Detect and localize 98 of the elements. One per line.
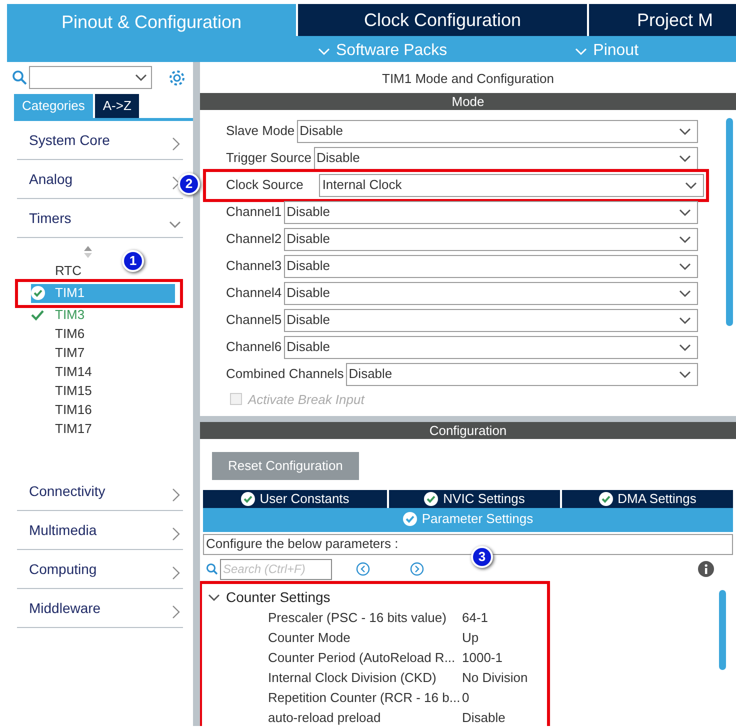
parameter-value: Disable — [462, 708, 506, 726]
section-header: Mode — [200, 92, 736, 110]
dropdown-field[interactable]: Disable — [314, 146, 698, 170]
category-item[interactable]: Multimedia — [17, 510, 183, 550]
parameter-value: 0 — [462, 688, 470, 707]
chevron-down-icon — [318, 46, 330, 56]
dropdown-field[interactable]: Disable — [284, 336, 698, 358]
chevron-down-icon — [575, 46, 588, 56]
previous-icon[interactable] — [356, 562, 370, 576]
chevron-right-icon — [171, 136, 181, 150]
tree-item[interactable]: TIM6 — [23, 324, 89, 344]
checkbox-label: Activate Break Input — [248, 390, 364, 409]
chevron-down-icon — [135, 73, 147, 82]
chevron-down-icon — [679, 262, 691, 270]
tree-item[interactable]: TIM15 — [23, 382, 96, 400]
field-label: Slave Mode — [226, 122, 296, 140]
chevron-down-icon — [679, 342, 691, 352]
parameter-name: Counter Mode — [268, 628, 352, 647]
hint-text: Configure the below parameters : — [206, 535, 398, 554]
dropdown-field[interactable]: Disable — [346, 362, 698, 386]
tree-item[interactable]: TIM16 — [23, 400, 96, 420]
settings-tab[interactable]: NVIC Settings — [389, 490, 560, 508]
field-label: Clock Source — [226, 176, 304, 194]
parameter-name: Repetition Counter (RCR - 16 b... — [268, 688, 462, 707]
info-icon — [698, 561, 714, 577]
chevron-down-icon — [679, 316, 691, 324]
tree-group[interactable]: Counter Settings — [208, 588, 547, 608]
field-label: Channel5 — [226, 311, 283, 330]
check-circle-icon — [402, 512, 417, 526]
chevron-down-icon — [685, 180, 697, 190]
section-header: Configuration — [200, 422, 736, 439]
field-label: Channel1 — [226, 203, 283, 222]
chevron-down-icon — [679, 154, 691, 162]
settings-tab[interactable]: DMA Settings — [562, 490, 733, 508]
chevron-down-icon — [679, 234, 691, 244]
chevron-right-icon — [171, 566, 181, 580]
parameter-name: Internal Clock Division (CKD) — [268, 668, 438, 687]
category-item[interactable]: Timers — [17, 198, 183, 238]
search-icon — [12, 70, 27, 85]
check-circle-icon — [31, 286, 45, 300]
chevron-down-icon — [679, 208, 691, 216]
dropdown-field[interactable]: Internal Clock — [319, 174, 704, 196]
number-marker: 3 — [471, 546, 493, 568]
category-item[interactable]: Computing — [17, 550, 183, 588]
dropdown-field[interactable]: Disable — [284, 228, 698, 250]
parameter-name: Prescaler (PSC - 16 bits value) — [268, 608, 448, 627]
check-circle-icon — [240, 492, 255, 506]
chevron-down-icon — [679, 370, 691, 378]
dropdown-field[interactable]: Disable — [284, 254, 698, 278]
field-label: Channel2 — [226, 230, 283, 248]
search-combo[interactable] — [29, 66, 152, 89]
check-circle-icon — [598, 492, 613, 506]
settings-tab[interactable]: User Constants — [203, 490, 387, 508]
field-label: Channel3 — [226, 257, 283, 276]
parameter-value: 1000-1 — [462, 648, 502, 667]
chevron-right-icon — [171, 526, 181, 540]
category-item[interactable]: Connectivity — [17, 472, 183, 510]
view-tab[interactable]: A->Z — [94, 94, 140, 118]
chevron-right-icon — [171, 604, 181, 618]
chevron-right-icon — [171, 488, 181, 502]
field-label: Channel4 — [226, 284, 283, 302]
tree-item[interactable]: TIM3 — [23, 306, 89, 324]
field-label: Combined Channels — [226, 365, 345, 384]
scrollbar-thumb[interactable] — [719, 590, 726, 670]
chevron-right-icon — [171, 176, 181, 190]
chevron-down-icon — [679, 126, 691, 136]
dropdown-field[interactable]: Disable — [284, 308, 698, 332]
check-icon — [31, 309, 44, 321]
top-tab[interactable]: Project M — [589, 4, 736, 36]
check-circle-icon — [424, 492, 438, 506]
category-item[interactable]: Middleware — [17, 588, 183, 628]
parameter-name: Counter Period (AutoReload R... — [268, 648, 456, 667]
tree-item[interactable]: RTC — [23, 262, 86, 280]
tree-item[interactable]: TIM17 — [23, 420, 96, 438]
parameter-value: Up — [462, 628, 479, 647]
chevron-down-icon — [679, 288, 691, 298]
chevron-down-icon — [208, 593, 220, 602]
search-field[interactable]: Search (Ctrl+F) — [220, 558, 332, 580]
dropdown-field[interactable]: Disable — [284, 200, 698, 224]
parameter-name: auto-reload preload — [268, 708, 382, 726]
parameter-value: No Division — [462, 668, 528, 687]
field-label: Trigger Source — [226, 149, 312, 168]
search-icon — [206, 563, 218, 575]
dropdown-field[interactable]: Disable — [296, 120, 698, 142]
category-item[interactable]: System Core — [17, 120, 183, 160]
dropdown-field[interactable]: Disable — [284, 282, 698, 304]
tree-item[interactable]: TIM14 — [23, 362, 96, 382]
settings-icon — [168, 68, 186, 86]
scrollbar-thumb[interactable] — [726, 118, 733, 326]
tree-item[interactable]: TIM7 — [23, 344, 89, 362]
number-marker: 1 — [122, 250, 144, 272]
sort-icon — [84, 246, 92, 258]
field-label: Channel6 — [226, 338, 283, 356]
chevron-down-icon — [169, 220, 181, 228]
top-tab[interactable]: Clock Configuration — [298, 4, 587, 36]
panel-title: TIM1 Mode and Configuration — [381, 70, 555, 88]
parameter-value: 64-1 — [462, 608, 488, 627]
next-icon[interactable] — [410, 562, 424, 576]
